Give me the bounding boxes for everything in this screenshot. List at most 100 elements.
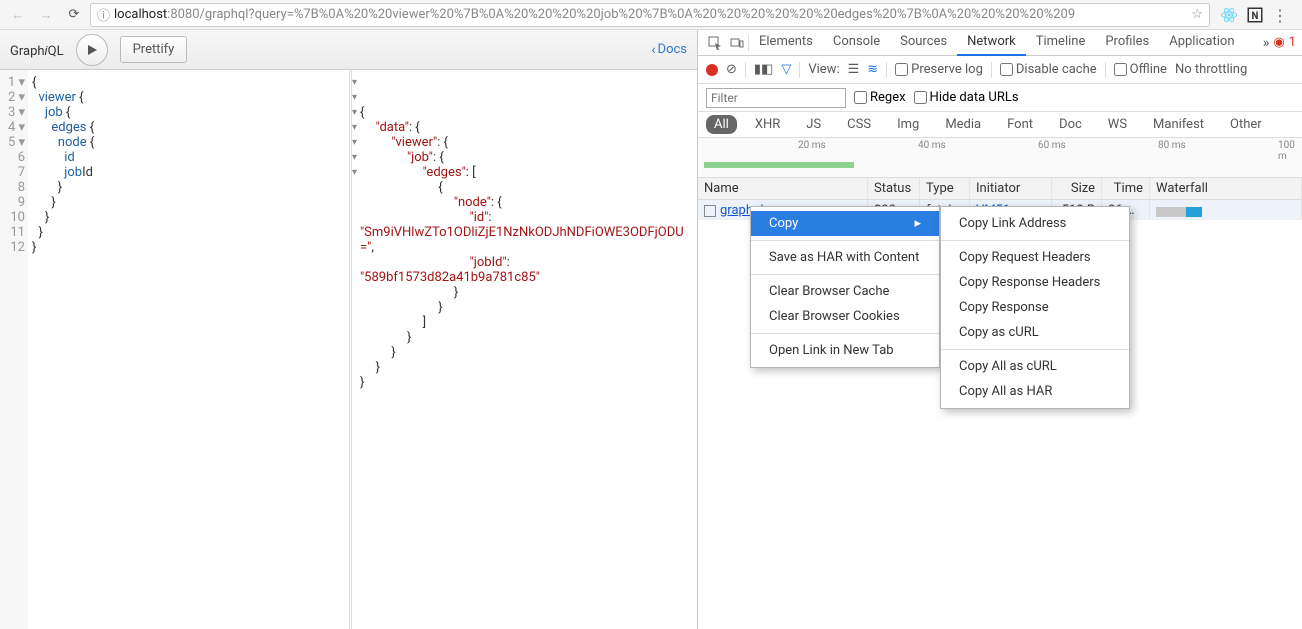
type-manifest[interactable]: Manifest (1145, 115, 1212, 134)
type-css[interactable]: CSS (839, 115, 879, 134)
type-all[interactable]: All (706, 115, 737, 134)
record-button[interactable] (706, 64, 718, 76)
view-small-icon[interactable]: ≋ (867, 62, 878, 77)
query-editor[interactable]: 1 ▾2 ▾3 ▾4 ▾5 ▾6 7 8 9 10 11 12 { viewer… (0, 70, 352, 629)
ctx-copy-req-headers[interactable]: Copy Request Headers (941, 245, 1129, 270)
extension-icon-2[interactable]: N (1246, 6, 1264, 24)
url-bar[interactable]: ⓘ localhost:8080/graphql?query=%7B%0A%20… (90, 3, 1210, 27)
result-viewer: ▾▾▾▾▾▾▾ { "data": { "viewer": { "job": {… (352, 70, 697, 629)
filter-input[interactable] (706, 88, 846, 108)
prettify-button[interactable]: Prettify (120, 36, 188, 63)
svg-text:N: N (1252, 10, 1259, 21)
network-timeline[interactable]: 20 ms 40 ms 60 ms 80 ms 100 m (698, 138, 1302, 178)
device-icon[interactable] (726, 32, 748, 54)
timeline-tick: 20 ms (798, 140, 826, 151)
hide-urls-checkbox[interactable]: Hide data URLs (914, 90, 1019, 105)
filter-icon[interactable]: ▽ (781, 62, 791, 77)
type-font[interactable]: Font (999, 115, 1041, 134)
view-label: View: (808, 62, 839, 77)
type-doc[interactable]: Doc (1051, 115, 1090, 134)
col-size[interactable]: Size (1052, 178, 1102, 199)
tab-application[interactable]: Application (1159, 30, 1244, 56)
timeline-tick: 60 ms (1038, 140, 1066, 151)
col-name[interactable]: Name (698, 178, 868, 199)
context-menu: Copy▸ Save as HAR with Content Clear Bro… (750, 206, 940, 368)
ctx-copy-curl[interactable]: Copy as cURL (941, 320, 1129, 345)
col-status[interactable]: Status (868, 178, 920, 199)
view-large-icon[interactable]: ☰ (848, 62, 860, 77)
request-waterfall (1150, 200, 1302, 219)
url-host: localhost (114, 7, 167, 22)
inspect-icon[interactable] (704, 32, 726, 54)
timeline-overview-bar (704, 162, 854, 168)
docs-button[interactable]: ‹ Docs (651, 42, 687, 58)
react-icon[interactable] (1220, 6, 1238, 24)
error-icon[interactable]: ◉ (1273, 35, 1284, 50)
disable-cache-checkbox[interactable]: Disable cache (1000, 62, 1097, 77)
clear-icon[interactable]: ⊘ (726, 62, 737, 77)
back-button[interactable]: ← (6, 3, 30, 27)
ctx-copy-response[interactable]: Copy Response (941, 295, 1129, 320)
graphiql-logo: GraphiQL (10, 39, 64, 60)
tab-timeline[interactable]: Timeline (1026, 30, 1096, 56)
camera-icon[interactable]: ▮◧ (754, 62, 773, 77)
col-waterfall[interactable]: Waterfall (1150, 178, 1302, 199)
type-media[interactable]: Media (937, 115, 989, 134)
tab-sources[interactable]: Sources (890, 30, 957, 56)
ctx-copy-resp-headers[interactable]: Copy Response Headers (941, 270, 1129, 295)
url-path: :8080/graphql?query=%7B%0A%20%20viewer%2… (167, 7, 1075, 22)
star-icon[interactable]: ☆ (1191, 7, 1203, 22)
type-js[interactable]: JS (798, 115, 829, 134)
execute-button[interactable] (76, 34, 108, 66)
tab-console[interactable]: Console (823, 30, 890, 56)
col-time[interactable]: Time (1102, 178, 1150, 199)
type-img[interactable]: Img (889, 115, 927, 134)
throttle-select[interactable]: No throttling (1175, 62, 1247, 77)
ctx-copy[interactable]: Copy▸ (751, 211, 939, 236)
chevron-left-icon: ‹ (651, 42, 655, 58)
ctx-save-har[interactable]: Save as HAR with Content (751, 245, 939, 270)
graphiql-panel: GraphiQL Prettify ‹ Docs 1 ▾2 ▾3 ▾4 ▾5 ▾… (0, 30, 698, 629)
ctx-copy-all-curl[interactable]: Copy All as cURL (941, 354, 1129, 379)
devtools-panel: ElementsConsoleSourcesNetworkTimelinePro… (698, 30, 1302, 629)
browser-toolbar: ← → ⟳ ⓘ localhost:8080/graphql?query=%7B… (0, 0, 1302, 30)
col-initiator[interactable]: Initiator (970, 178, 1052, 199)
ctx-clear-cookies[interactable]: Clear Browser Cookies (751, 304, 939, 329)
menu-icon[interactable]: ⋮ (1272, 6, 1290, 24)
line-gutter: 1 ▾2 ▾3 ▾4 ▾5 ▾6 7 8 9 10 11 12 (0, 70, 28, 629)
context-submenu: Copy Link Address Copy Request Headers C… (940, 206, 1130, 409)
timeline-tick: 100 m (1278, 140, 1302, 162)
regex-checkbox[interactable]: Regex (854, 90, 906, 105)
tab-network[interactable]: Network (957, 30, 1026, 56)
timeline-tick: 40 ms (918, 140, 946, 151)
timeline-tick: 80 ms (1158, 140, 1186, 151)
network-toolbar: ⊘ ▮◧ ▽ View: ☰ ≋ Preserve log Disable ca… (698, 56, 1302, 84)
tab-elements[interactable]: Elements (749, 30, 823, 56)
chevron-right-icon: ▸ (914, 216, 921, 231)
offline-checkbox[interactable]: Offline (1114, 62, 1167, 77)
network-table-body: graphql 200 fetch VM51 graphq... 512 B 2… (698, 200, 1302, 629)
type-other[interactable]: Other (1222, 115, 1270, 134)
preserve-log-checkbox[interactable]: Preserve log (895, 62, 983, 77)
query-code[interactable]: { viewer { job { edges { node { id jobId… (28, 70, 349, 629)
ctx-clear-cache[interactable]: Clear Browser Cache (751, 279, 939, 304)
row-checkbox[interactable] (704, 205, 716, 217)
type-ws[interactable]: WS (1100, 115, 1135, 134)
forward-button[interactable]: → (34, 3, 58, 27)
tab-profiles[interactable]: Profiles (1095, 30, 1159, 56)
result-fold-gutter: ▾▾▾▾▾▾▾ (352, 75, 362, 180)
col-type[interactable]: Type (920, 178, 970, 199)
type-xhr[interactable]: XHR (747, 115, 788, 134)
info-icon: ⓘ (97, 5, 110, 24)
extension-icons: N ⋮ (1214, 6, 1296, 24)
graphiql-toolbar: GraphiQL Prettify ‹ Docs (0, 30, 697, 70)
network-filter-row: Regex Hide data URLs (698, 84, 1302, 112)
reload-button[interactable]: ⟳ (62, 3, 86, 27)
devtools-tabs-right: » ◉ 1 (1263, 35, 1296, 51)
network-table-header: Name Status Type Initiator Size Time Wat… (698, 178, 1302, 200)
error-count: 1 (1289, 35, 1296, 50)
ctx-copy-link[interactable]: Copy Link Address (941, 211, 1129, 236)
more-tabs-icon[interactable]: » (1263, 35, 1270, 51)
ctx-open-tab[interactable]: Open Link in New Tab (751, 338, 939, 363)
ctx-copy-all-har[interactable]: Copy All as HAR (941, 379, 1129, 404)
